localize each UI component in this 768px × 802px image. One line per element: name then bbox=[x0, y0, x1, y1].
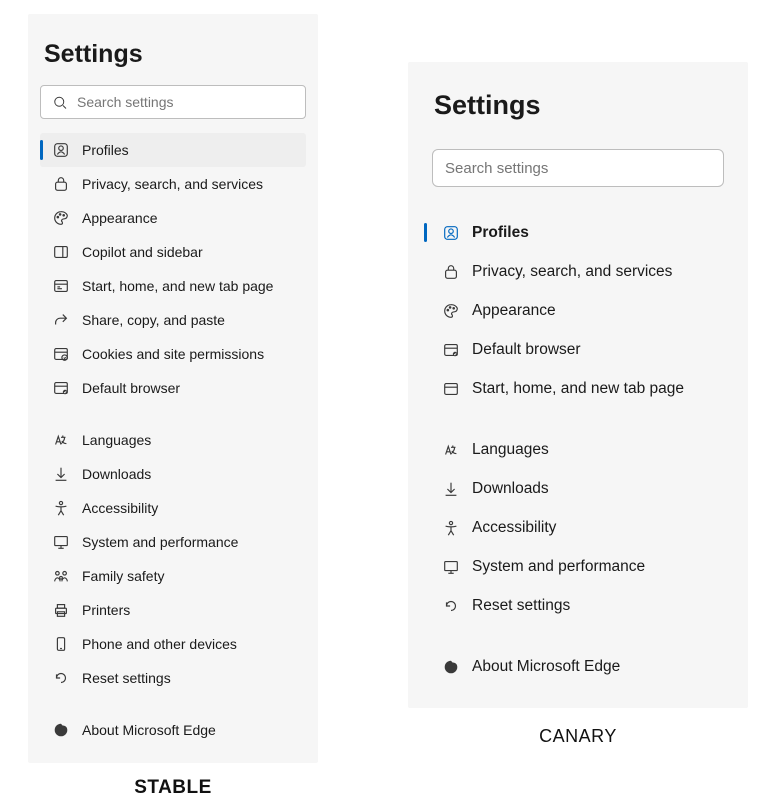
languages-icon bbox=[52, 431, 70, 449]
nav-item-label: Start, home, and new tab page bbox=[472, 380, 684, 398]
nav-system[interactable]: System and performance bbox=[40, 525, 306, 559]
nav-item-label: Family safety bbox=[82, 568, 164, 584]
nav-appearance[interactable]: Appearance bbox=[40, 201, 306, 235]
nav-family[interactable]: Family safety bbox=[40, 559, 306, 593]
page-title: Settings bbox=[434, 90, 722, 121]
start-alt-icon bbox=[442, 380, 460, 398]
nav-share-copy-paste[interactable]: Share, copy, and paste bbox=[40, 303, 306, 337]
printers-icon bbox=[52, 601, 70, 619]
downloads-icon bbox=[442, 480, 460, 498]
nav-item-label: Privacy, search, and services bbox=[472, 263, 672, 281]
nav-item-label: Reset settings bbox=[82, 670, 171, 686]
nav-item-label: About Microsoft Edge bbox=[472, 658, 620, 676]
nav-item-label: Phone and other devices bbox=[82, 636, 237, 652]
search-input[interactable] bbox=[77, 94, 295, 110]
reset-icon bbox=[442, 597, 460, 615]
nav-default-browser[interactable]: Default browser bbox=[40, 371, 306, 405]
nav-profiles[interactable]: Profiles bbox=[40, 133, 306, 167]
settings-sidebar-canary: Settings Profiles Privacy, search, and se… bbox=[408, 62, 748, 708]
nav-accessibility[interactable]: Accessibility bbox=[426, 508, 730, 547]
nav-item-label: Appearance bbox=[82, 210, 158, 226]
nav-item-label: Accessibility bbox=[472, 519, 556, 537]
search-settings[interactable] bbox=[432, 149, 724, 187]
page-title: Settings bbox=[44, 40, 302, 69]
nav-item-label: Printers bbox=[82, 602, 130, 618]
phone-icon bbox=[52, 635, 70, 653]
privacy-icon bbox=[442, 263, 460, 281]
nav-item-label: Appearance bbox=[472, 302, 556, 320]
nav-languages[interactable]: Languages bbox=[426, 430, 730, 469]
nav-item-label: Default browser bbox=[472, 341, 581, 359]
default-browser-icon bbox=[442, 341, 460, 359]
settings-sidebar-stable: Settings Profiles Privacy, search, and se… bbox=[28, 14, 318, 763]
nav-item-label: Languages bbox=[82, 432, 151, 448]
nav-start-home[interactable]: Start, home, and new tab page bbox=[40, 269, 306, 303]
nav-accessibility[interactable]: Accessibility bbox=[40, 491, 306, 525]
search-icon bbox=[51, 95, 69, 110]
nav-item-label: System and performance bbox=[82, 534, 238, 550]
nav-reset[interactable]: Reset settings bbox=[426, 586, 730, 625]
nav-item-label: Reset settings bbox=[472, 597, 570, 615]
nav-copilot-sidebar[interactable]: Copilot and sidebar bbox=[40, 235, 306, 269]
privacy-icon bbox=[52, 175, 70, 193]
default-browser-icon bbox=[52, 379, 70, 397]
appearance-icon bbox=[442, 302, 460, 320]
nav-reset[interactable]: Reset settings bbox=[40, 661, 306, 695]
nav-item-label: About Microsoft Edge bbox=[82, 722, 216, 738]
search-input[interactable] bbox=[445, 160, 713, 177]
caption-stable: STABLE bbox=[28, 777, 318, 799]
profiles-icon bbox=[442, 224, 460, 242]
nav-phone[interactable]: Phone and other devices bbox=[40, 627, 306, 661]
cookies-icon bbox=[52, 345, 70, 363]
share-icon bbox=[52, 311, 70, 329]
nav-item-label: Languages bbox=[472, 441, 549, 459]
start-icon bbox=[52, 277, 70, 295]
nav-privacy[interactable]: Privacy, search, and services bbox=[426, 252, 730, 291]
nav-appearance[interactable]: Appearance bbox=[426, 291, 730, 330]
downloads-icon bbox=[52, 465, 70, 483]
nav-downloads[interactable]: Downloads bbox=[426, 469, 730, 508]
nav-item-label: Downloads bbox=[82, 466, 151, 482]
reset-icon bbox=[52, 669, 70, 687]
nav-downloads[interactable]: Downloads bbox=[40, 457, 306, 491]
nav-item-label: Profiles bbox=[472, 224, 529, 242]
nav-languages[interactable]: Languages bbox=[40, 423, 306, 457]
languages-icon bbox=[442, 441, 460, 459]
nav-system[interactable]: System and performance bbox=[426, 547, 730, 586]
family-icon bbox=[52, 567, 70, 585]
profiles-icon bbox=[52, 141, 70, 159]
nav-cookies-permissions[interactable]: Cookies and site permissions bbox=[40, 337, 306, 371]
nav-item-label: Copilot and sidebar bbox=[82, 244, 203, 260]
nav-item-label: System and performance bbox=[472, 558, 645, 576]
nav-printers[interactable]: Printers bbox=[40, 593, 306, 627]
nav-item-label: Start, home, and new tab page bbox=[82, 278, 273, 294]
edge-icon bbox=[52, 721, 70, 739]
nav-item-label: Profiles bbox=[82, 142, 129, 158]
nav-about-edge[interactable]: About Microsoft Edge bbox=[426, 647, 730, 686]
nav-profiles[interactable]: Profiles bbox=[426, 213, 730, 252]
accessibility-icon bbox=[52, 499, 70, 517]
edge-icon bbox=[442, 658, 460, 676]
nav-start-home[interactable]: Start, home, and new tab page bbox=[426, 369, 730, 408]
appearance-icon bbox=[52, 209, 70, 227]
nav-default-browser[interactable]: Default browser bbox=[426, 330, 730, 369]
sidebar-icon bbox=[52, 243, 70, 261]
accessibility-icon bbox=[442, 519, 460, 537]
nav-item-label: Privacy, search, and services bbox=[82, 176, 263, 192]
nav-item-label: Accessibility bbox=[82, 500, 158, 516]
search-settings[interactable] bbox=[40, 85, 306, 119]
system-icon bbox=[52, 533, 70, 551]
nav-privacy[interactable]: Privacy, search, and services bbox=[40, 167, 306, 201]
system-icon bbox=[442, 558, 460, 576]
nav-item-label: Downloads bbox=[472, 480, 549, 498]
nav-item-label: Default browser bbox=[82, 380, 180, 396]
nav-item-label: Share, copy, and paste bbox=[82, 312, 225, 328]
nav-about-edge[interactable]: About Microsoft Edge bbox=[40, 713, 306, 747]
nav-item-label: Cookies and site permissions bbox=[82, 346, 264, 362]
caption-canary: CANARY bbox=[408, 726, 748, 747]
